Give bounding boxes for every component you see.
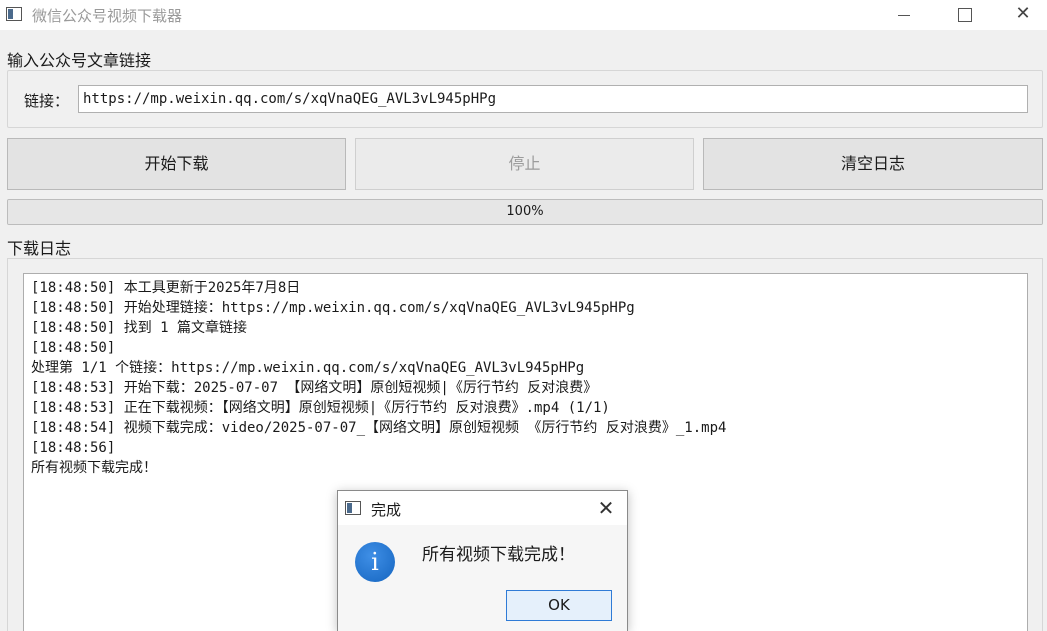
close-button[interactable]: ✕ <box>1000 0 1046 30</box>
stop-button[interactable]: 停止 <box>355 138 694 190</box>
info-icon: i <box>355 542 395 582</box>
log-section-title: 下载日志 <box>7 239 72 258</box>
link-section-title: 输入公众号文章链接 <box>7 51 152 70</box>
app-window-icon <box>6 7 22 21</box>
dialog-title-bar: 完成 ✕ <box>338 491 627 525</box>
clear-log-button[interactable]: 清空日志 <box>703 138 1043 190</box>
dialog-close-button[interactable]: ✕ <box>590 494 622 522</box>
log-line: [18:48:50] 开始处理链接：https://mp.weixin.qq.c… <box>31 300 635 316</box>
link-group: 链接： <box>7 70 1043 128</box>
log-line: 所有视频下载完成！ <box>31 460 157 476</box>
link-input[interactable] <box>78 85 1028 113</box>
log-line: [18:48:53] 开始下载：2025-07-07 【网络文明】原创短视频|《… <box>31 380 598 396</box>
log-line: [18:48:50] <box>31 340 116 356</box>
ok-button[interactable]: OK <box>506 590 612 621</box>
dialog-body: i 所有视频下载完成！ OK <box>338 525 627 631</box>
log-line: [18:48:56] <box>31 440 116 456</box>
progress-bar: 100% <box>7 199 1043 225</box>
dialog-message: 所有视频下载完成！ <box>422 545 575 565</box>
log-line: [18:48:54] 视频下载完成：video/2025-07-07_【网络文明… <box>31 420 727 436</box>
log-line: [18:48:50] 本工具更新于2025年7月8日 <box>31 280 301 296</box>
link-label: 链接： <box>24 92 70 110</box>
log-line: [18:48:53] 正在下载视频：【网络文明】原创短视频|《厉行节约 反对浪费… <box>31 400 610 416</box>
dialog-window-icon <box>345 501 361 515</box>
maximize-button[interactable] <box>941 0 987 30</box>
minimize-button[interactable] <box>881 0 927 30</box>
log-line: 处理第 1/1 个链接：https://mp.weixin.qq.com/s/x… <box>31 360 585 376</box>
dialog-title: 完成 <box>371 501 402 519</box>
window-title: 微信公众号视频下载器 <box>32 7 183 25</box>
completion-dialog: 完成 ✕ i 所有视频下载完成！ OK <box>337 490 628 631</box>
progress-text: 100% <box>506 204 544 219</box>
start-download-button[interactable]: 开始下载 <box>7 138 346 190</box>
title-bar: 微信公众号视频下载器 ✕ <box>0 0 1047 30</box>
log-line: [18:48:50] 找到 1 篇文章链接 <box>31 320 248 336</box>
